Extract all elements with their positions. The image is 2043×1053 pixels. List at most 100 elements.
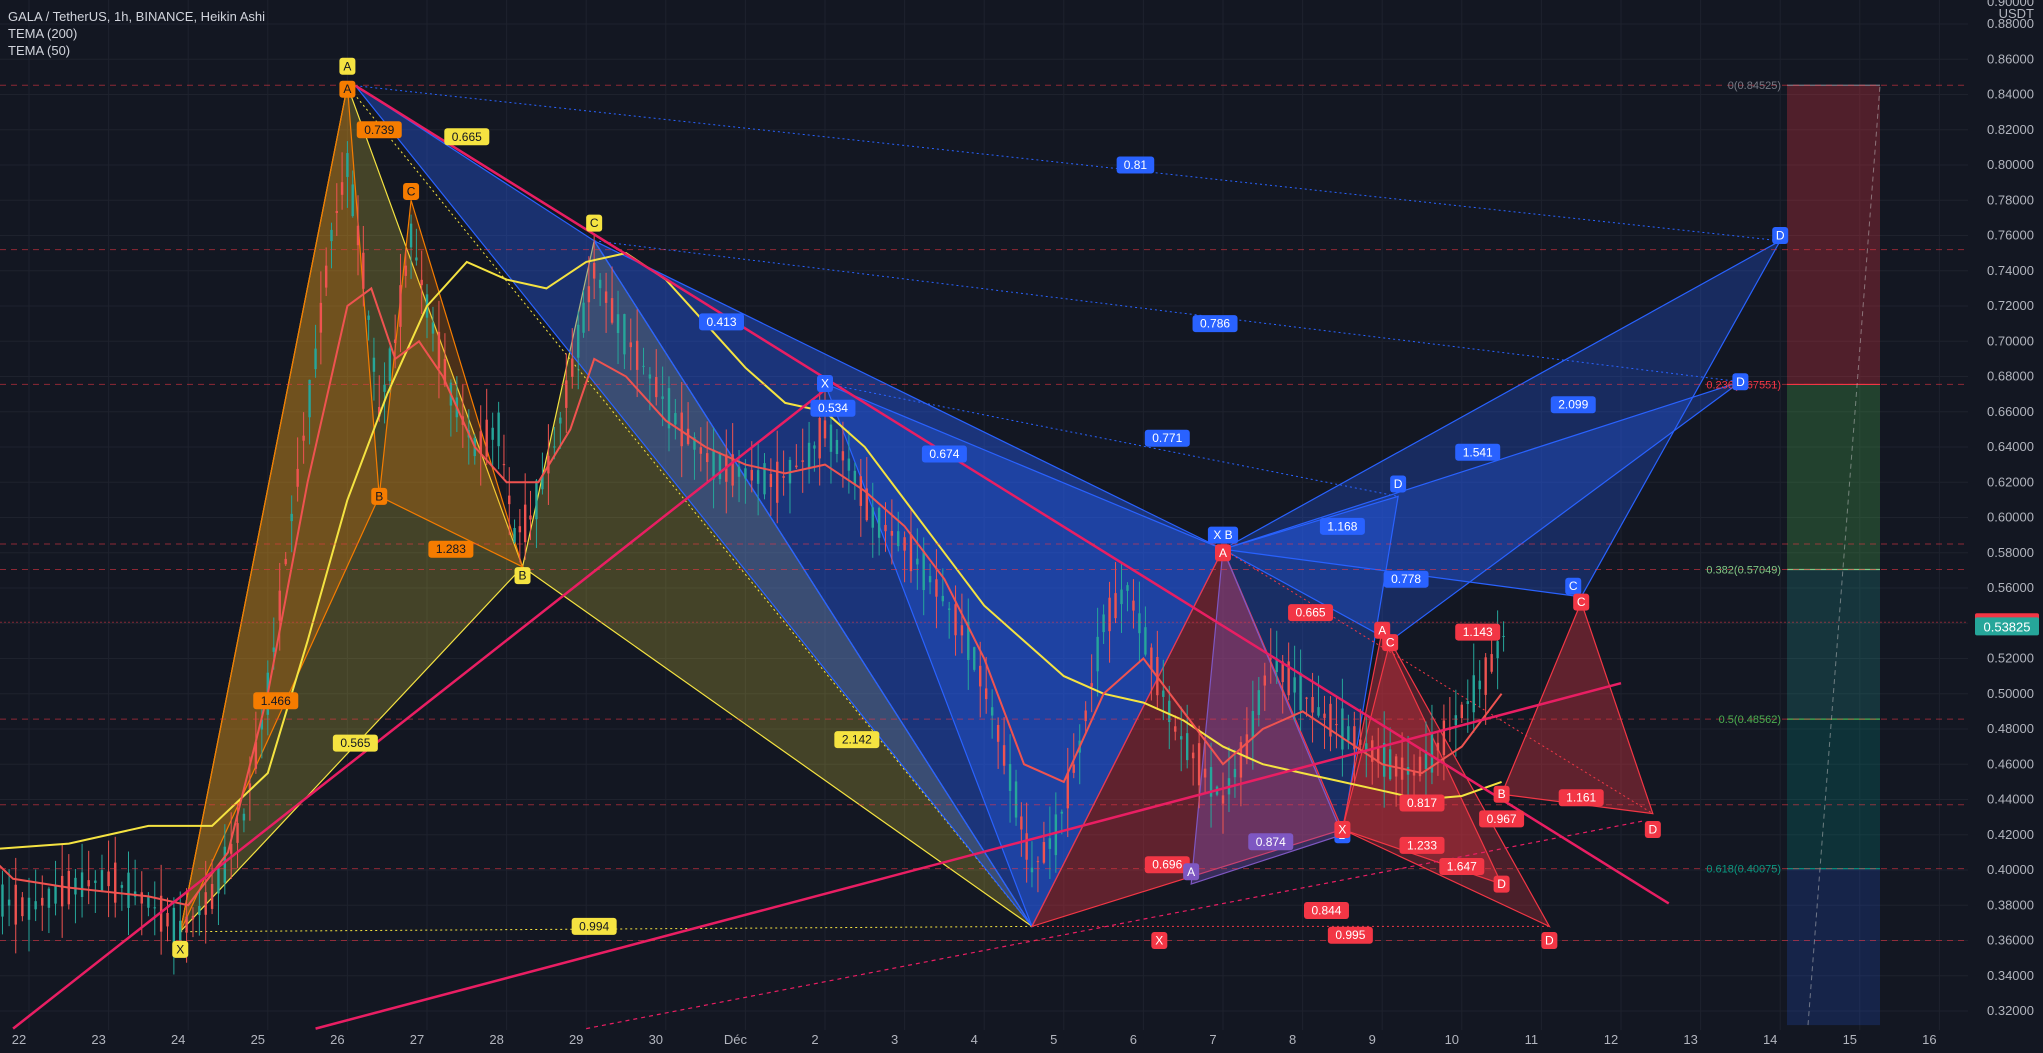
tag-text: C bbox=[1569, 579, 1578, 593]
tag-text: 0.817 bbox=[1407, 796, 1437, 810]
candle-body bbox=[1335, 724, 1338, 726]
tag-red-7: 0.817 bbox=[1399, 794, 1445, 812]
candle-body bbox=[1066, 773, 1069, 809]
candle-body bbox=[1341, 708, 1344, 750]
indicator-tema200[interactable]: TEMA (200) bbox=[8, 25, 265, 42]
tag-yellow-5: 0.994 bbox=[571, 917, 617, 935]
candle-body bbox=[1257, 690, 1261, 715]
tag-text: X B bbox=[1213, 528, 1232, 542]
candle-body bbox=[529, 515, 532, 520]
tag-blue-10: 1.541 bbox=[1455, 443, 1501, 461]
time-tick-15: 7 bbox=[1209, 1032, 1216, 1047]
candle-body bbox=[1090, 683, 1093, 687]
candle-body bbox=[1454, 715, 1458, 726]
candle-body bbox=[1008, 763, 1012, 791]
tag-blue-11: D bbox=[1390, 475, 1407, 493]
price-tick-25: 0.38000 bbox=[1987, 897, 2034, 912]
candle-body bbox=[973, 647, 976, 670]
candle-body bbox=[1436, 742, 1440, 751]
candle-body bbox=[1084, 710, 1087, 722]
candle-body bbox=[859, 476, 863, 506]
candle-body bbox=[1048, 838, 1052, 849]
tag-text: C bbox=[590, 216, 599, 230]
tag-text: 2.142 bbox=[842, 733, 872, 747]
candle-body bbox=[947, 608, 951, 610]
tag-text: B bbox=[1498, 787, 1506, 801]
candle-body bbox=[954, 604, 957, 636]
time-axis[interactable]: 22 23 24 25 26 27 28 29 30 Déc 2 3 4 5 6 7 8 9 10 11 12 13 14 1… bbox=[0, 1030, 1968, 1053]
tag-yellow-6: 2.142 bbox=[834, 731, 880, 749]
tag-orange-4: 1.466 bbox=[253, 692, 299, 710]
tag-text: B bbox=[375, 489, 383, 503]
candle-body bbox=[47, 888, 51, 908]
tag-text: 0.674 bbox=[929, 447, 959, 461]
candle-body bbox=[661, 396, 664, 399]
candle-body bbox=[1311, 697, 1314, 713]
candle-body bbox=[1002, 745, 1006, 766]
tag-text: 0.994 bbox=[579, 919, 609, 933]
price-chart[interactable]: 0(0.84525)0.236(0.67551)0.382(0.57049)0.… bbox=[0, 0, 2043, 1053]
indicator-tema50[interactable]: TEMA (50) bbox=[8, 42, 265, 59]
candle-body bbox=[399, 285, 402, 327]
candle-body bbox=[984, 688, 988, 700]
fib-zone-3 bbox=[1787, 719, 1880, 869]
price-tick-28: 0.32000 bbox=[1987, 1003, 2034, 1018]
candle-body bbox=[508, 495, 511, 505]
tag-text: A bbox=[1219, 546, 1227, 560]
price-tick-23: 0.42000 bbox=[1987, 827, 2034, 842]
time-tick-3: 25 bbox=[251, 1032, 265, 1047]
time-tick-24: 16 bbox=[1922, 1032, 1936, 1047]
candle-body bbox=[1054, 814, 1058, 856]
candle-body bbox=[1251, 710, 1255, 739]
candle-body bbox=[829, 424, 833, 452]
price-tick-9: 0.70000 bbox=[1987, 333, 2034, 348]
price-tick-22: 0.44000 bbox=[1987, 792, 2034, 807]
candle-body bbox=[502, 464, 506, 466]
candle-body bbox=[383, 384, 386, 392]
candle-body bbox=[841, 451, 845, 461]
candle-body bbox=[179, 920, 182, 943]
candle-body bbox=[513, 527, 516, 543]
price-tick-12: 0.64000 bbox=[1987, 439, 2034, 454]
candle-body bbox=[1496, 641, 1499, 659]
candle-body bbox=[420, 279, 423, 286]
candle-body bbox=[890, 531, 894, 536]
tag-blue-1: D bbox=[1772, 227, 1789, 244]
time-tick-19: 11 bbox=[1525, 1032, 1539, 1047]
candle-body bbox=[356, 225, 360, 246]
tag-orange-1: C bbox=[403, 182, 420, 200]
candle-body bbox=[1299, 672, 1302, 711]
tag-blue-5: 2.099 bbox=[1550, 396, 1596, 414]
tag-blue-0: 0.81 bbox=[1116, 156, 1155, 174]
time-tick-17: 9 bbox=[1369, 1032, 1376, 1047]
tag-yellow-2: B bbox=[514, 567, 531, 585]
tag-text: 0.534 bbox=[818, 401, 848, 415]
candle-body bbox=[737, 466, 741, 477]
price-tick-5: 0.78000 bbox=[1987, 192, 2034, 207]
tag-text: 1.466 bbox=[261, 694, 291, 708]
candle-body bbox=[236, 823, 239, 843]
tag-yellow-1: C bbox=[586, 214, 603, 232]
time-tick-7: 29 bbox=[569, 1032, 583, 1047]
candle-body bbox=[1382, 742, 1386, 777]
candle-body bbox=[1180, 736, 1183, 740]
candle-body bbox=[210, 883, 214, 909]
time-tick-10: 2 bbox=[811, 1032, 818, 1047]
candle-body bbox=[80, 872, 84, 897]
candle-body bbox=[916, 558, 919, 565]
tag-blue-15: C bbox=[1565, 577, 1582, 595]
candle-body bbox=[642, 365, 645, 367]
candle-body bbox=[41, 897, 44, 906]
price-tick-13: 0.62000 bbox=[1987, 474, 2034, 489]
symbol-title[interactable]: GALA / TetherUS, 1h, BINANCE, Heikin Ash… bbox=[8, 8, 265, 25]
candle-body bbox=[1365, 743, 1368, 750]
candle-body bbox=[1305, 697, 1308, 699]
price-tick-6: 0.76000 bbox=[1987, 228, 2034, 243]
candle-body bbox=[1263, 675, 1266, 686]
candle-body bbox=[1269, 658, 1272, 660]
time-tick-6: 28 bbox=[489, 1032, 503, 1047]
candle-body bbox=[87, 880, 90, 887]
candle-body bbox=[335, 210, 338, 214]
candle-body bbox=[996, 724, 1000, 742]
tag-red-17: 0.995 bbox=[1327, 926, 1373, 944]
